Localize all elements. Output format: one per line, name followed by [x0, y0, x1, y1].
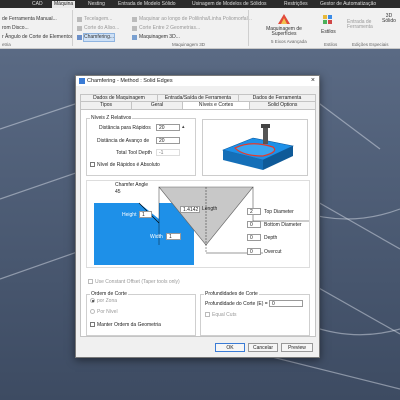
height-input[interactable]: 1	[139, 211, 152, 218]
corte-aliso-icon	[77, 26, 82, 31]
preview-button[interactable]: Preview	[281, 343, 313, 352]
absolute-rapid-label: Nível de Rápidos é Absoluto	[97, 162, 160, 168]
ribbon-btn-entrada-ferramenta[interactable]: Entrada de Ferramenta	[347, 20, 375, 30]
app-icon	[79, 78, 85, 84]
dialog-titlebar: Chamfering - Method : Solid Edges ×	[76, 76, 319, 86]
tab-usinagem-solidos[interactable]: Usinagem de Modelos de Sólidos	[190, 1, 269, 8]
tool-preview-image	[202, 119, 308, 176]
length-label: Length	[202, 206, 218, 212]
cancel-button[interactable]: Cancelar	[248, 343, 278, 352]
constant-offset-checkbox[interactable]	[88, 279, 93, 284]
ribbon-group-label: Estilos	[324, 42, 338, 47]
bottom-diameter-label: Bottom Diameter	[264, 222, 302, 228]
superficies-icon	[278, 14, 290, 24]
depth-label: Depth	[264, 235, 278, 241]
ribbon-group-5eixos: 5 Eixos Avançada	[271, 39, 307, 44]
ribbon-group-label: etria	[2, 42, 11, 47]
absolute-rapid-checkbox[interactable]	[90, 162, 95, 167]
ribbon-item-polilinha[interactable]: Maquinar ao longo de Polilinha/Linha Pol…	[139, 16, 252, 23]
equal-cuts-label: Equal Cuts	[212, 312, 237, 318]
by-level-label: Por Nível	[97, 309, 118, 315]
rapid-distance-label: Distância para Rápidos	[99, 125, 151, 131]
close-icon[interactable]: ×	[311, 76, 315, 86]
ribbon-btn-3d-solido[interactable]: 3D Sólido	[380, 14, 398, 24]
chamfering-dialog: Chamfering - Method : Solid Edges × Dado…	[75, 75, 320, 358]
ribbon-item-from-disco[interactable]: rom Disco...	[2, 25, 29, 32]
ribbon-item-corte-aliso[interactable]: Corte do Aliso...	[84, 25, 119, 32]
by-zone-radio[interactable]	[90, 298, 95, 303]
rapid-distance-input[interactable]: 20	[156, 124, 180, 131]
polilinha-icon	[132, 17, 137, 22]
ribbon-item-maquinagem-3d[interactable]: Maquinagem 3D...	[139, 34, 180, 41]
keep-order-checkbox[interactable]	[90, 322, 95, 327]
overcut-label: Overcut	[264, 249, 282, 255]
chamfer-diagram: Chamfer Angle 45 Height 1 1.4142 Length …	[86, 180, 310, 268]
length-input[interactable]: 1.4142	[180, 206, 200, 213]
overcut-input[interactable]: 0	[247, 248, 261, 255]
ribbon-group-label: Edições Especiais	[352, 42, 389, 47]
ribbon-item-corte-geometrias[interactable]: Corte Entre 2 Geometrias...	[139, 25, 200, 32]
total-depth-label: Total Tool Depth	[116, 150, 152, 156]
tab-maquina[interactable]: Máquina	[52, 1, 76, 8]
constant-offset-label: Use Constant Offset (Taper tools only)	[95, 279, 180, 285]
cut-depth-input[interactable]: 0	[269, 300, 303, 307]
ok-button[interactable]: OK	[215, 343, 245, 352]
estilos-icon	[323, 15, 332, 24]
tab-entrada-modelo[interactable]: Entrada de Modelo Sólido	[116, 1, 178, 8]
ribbon-btn-superficies[interactable]: Maquinagem de Superfícies	[262, 27, 306, 37]
bottom-diameter-input[interactable]: 0	[247, 221, 261, 228]
depth-input[interactable]: 0	[247, 234, 261, 241]
ribbon-panel: de Ferramenta Manual... rom Disco... r Â…	[0, 8, 400, 49]
by-level-radio[interactable]	[90, 309, 95, 314]
angle-value: 45	[115, 189, 121, 195]
top-diameter-label: Top Diameter	[264, 209, 294, 215]
dialog-title: Chamfering - Method : Solid Edges	[87, 78, 173, 84]
equal-cuts-checkbox[interactable]	[205, 312, 210, 317]
corte-geometrias-icon	[132, 26, 137, 31]
tecelagem-icon	[77, 17, 82, 22]
ribbon-item-chamfering[interactable]: Chamfering...	[83, 33, 116, 42]
ribbon-item-tecelagem[interactable]: Tecelagem...	[84, 16, 112, 23]
ribbon-group-label: Maquinagem 3D	[172, 42, 206, 47]
width-label: Width	[150, 234, 163, 240]
top-diameter-input[interactable]: 2	[247, 208, 261, 215]
tab-cad[interactable]: CAD	[30, 1, 45, 8]
width-input[interactable]: 1	[166, 233, 181, 240]
tab-automatizacao[interactable]: Gestor de Automatização	[318, 1, 378, 8]
cut-depth-label: Profundidade do Corte (E) =	[205, 301, 268, 307]
feed-distance-input[interactable]: 20	[156, 137, 180, 144]
chamfering-icon	[77, 35, 82, 40]
chamfer-angle-label: Chamfer Angle	[115, 182, 149, 188]
feed-distance-label: Distância de Avanço de	[97, 138, 150, 144]
by-zone-label: por Zona	[97, 298, 118, 304]
cut-depths-label: Profundidades de Corte	[204, 291, 259, 297]
total-depth-input[interactable]: -1	[156, 149, 180, 156]
ribbon-btn-estilos[interactable]: Estilos	[321, 29, 336, 36]
cut-order-label: Ordem de Corte	[90, 291, 128, 297]
chamfer-part-illustration	[222, 124, 294, 170]
keep-order-label: Manter Ordem da Geometria	[97, 322, 161, 328]
ribbon-tab-bar: CAD Máquina Nesting Entrada de Modelo Só…	[0, 0, 400, 8]
tab-restricoes[interactable]: Restrições	[282, 1, 310, 8]
maquinagem-3d-icon	[132, 35, 137, 40]
height-label: Height	[122, 212, 137, 218]
spinner-icon[interactable]: ▴	[182, 124, 185, 130]
z-levels-label: Níveis Z Relativos	[90, 115, 133, 121]
ribbon-item-angulo-corte[interactable]: r Ângulo de Corte de Elementos	[2, 34, 73, 41]
tab-nesting[interactable]: Nesting	[86, 1, 107, 8]
ribbon-item-ferramenta-manual[interactable]: de Ferramenta Manual...	[2, 16, 57, 23]
